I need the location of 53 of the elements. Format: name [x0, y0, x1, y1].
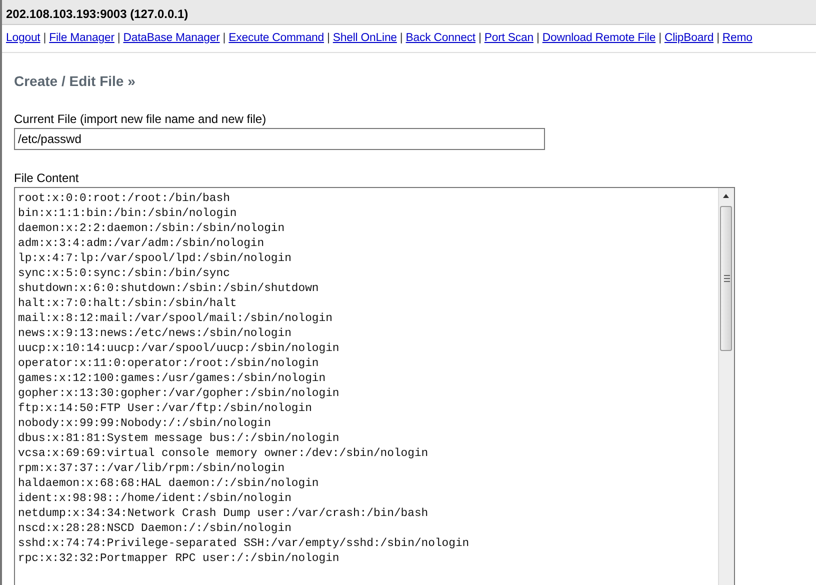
- nav-link[interactable]: Remo: [722, 32, 752, 44]
- section-heading: Create / Edit File »: [14, 73, 136, 89]
- nav-link[interactable]: DataBase Manager: [123, 32, 220, 44]
- separator: |: [117, 32, 120, 44]
- file-path-field[interactable]: /etc/passwd: [14, 128, 545, 150]
- nav-link[interactable]: File Manager: [49, 32, 114, 44]
- separator: |: [658, 32, 662, 44]
- separator: |: [400, 32, 403, 44]
- text-line: daemon:x:2:2:daemon:/sbin:/sbin/nologin: [18, 222, 286, 237]
- nav-link[interactable]: ClipBoard: [664, 32, 714, 44]
- nav-link[interactable]: Shell OnLine: [332, 32, 397, 44]
- text-line: mail:x:8:12:mail:/var/spool/mail:/sbin/nologin: [18, 312, 334, 327]
- field-label: Current File (import new file name and new file): [14, 112, 268, 126]
- text-line: sshd:x:74:74:Privilege-separated SSH:/var/empty/sshd:/sbin/nologin: [18, 537, 470, 552]
- text-line: uucp:x:10:14:uucp:/var/spool/uucp:/sbin/nologin: [18, 342, 340, 357]
- nav-link[interactable]: Download Remote File: [542, 32, 656, 44]
- nav-link[interactable]: Logout: [6, 32, 40, 44]
- text-line: news:x:9:13:news:/etc/news:/sbin/nologin: [18, 327, 292, 342]
- nav-link[interactable]: Execute Command: [228, 32, 324, 44]
- server-address: 202.108.103.193:9003 (127.0.0.1): [6, 7, 188, 21]
- scrollbar[interactable]: [718, 188, 734, 585]
- text-line: bin:x:1:1:bin:/bin:/sbin/nologin: [18, 207, 238, 222]
- separator: |: [478, 32, 482, 44]
- separator: |: [43, 32, 46, 44]
- grip-icon: [724, 275, 730, 282]
- text-line: lp:x:4:7:lp:/var/spool/lpd:/sbin/nologin: [18, 252, 292, 267]
- separator: |: [222, 32, 226, 44]
- scrollbar-thumb[interactable]: [720, 206, 732, 351]
- separator: |: [716, 32, 720, 44]
- text-line: rpm:x:37:37::/var/lib/rpm:/sbin/nologin: [18, 462, 286, 477]
- text-line: ftp:x:14:50:FTP User:/var/ftp:/sbin/nologin: [18, 402, 313, 417]
- nav-link[interactable]: Port Scan: [484, 32, 534, 44]
- text-line: gopher:x:13:30:gopher:/var/gopher:/sbin/nologin: [18, 387, 340, 402]
- text-line: shutdown:x:6:0:shutdown:/sbin:/sbin/shutdown: [18, 282, 320, 297]
- text-line: halt:x:7:0:halt:/sbin:/sbin/halt: [18, 297, 238, 312]
- text-line: nobody:x:99:99:Nobody:/:/sbin/nologin: [18, 417, 272, 432]
- field-label: File Content: [14, 171, 80, 185]
- text-line: ident:x:98:98::/home/ident:/sbin/nologin: [18, 492, 292, 507]
- text-line: netdump:x:34:34:Network Crash Dump user:/var/crash:/bin/bash: [18, 507, 430, 522]
- separator: |: [536, 32, 540, 44]
- text-line: operator:x:11:0:operator:/root:/sbin/nologin: [18, 357, 320, 372]
- text-line: games:x:12:100:games:/usr/games:/sbin/nologin: [18, 372, 327, 387]
- text-line: adm:x:3:4:adm:/var/adm:/sbin/nologin: [18, 237, 266, 252]
- separator: |: [327, 32, 330, 44]
- text-line: nscd:x:28:28:NSCD Daemon:/:/sbin/nologin: [18, 522, 292, 537]
- nav-link[interactable]: Back Connect: [406, 32, 476, 44]
- text-line: sync:x:5:0:sync:/sbin:/bin/sync: [18, 267, 231, 282]
- text-line: vcsa:x:69:69:virtual console memory owner:/dev:/sbin/nologin: [18, 447, 430, 462]
- file-content-field[interactable]: [14, 187, 735, 585]
- text-line: rpc:x:32:32:Portmapper RPC user:/:/sbin/nologin: [18, 552, 340, 567]
- text-line: haldaemon:x:68:68:HAL daemon:/:/sbin/nologin: [18, 477, 320, 492]
- text-line: dbus:x:81:81:System message bus:/:/sbin/nologin: [18, 432, 340, 447]
- text-line: root:x:0:0:root:/root:/bin/bash: [18, 192, 231, 207]
